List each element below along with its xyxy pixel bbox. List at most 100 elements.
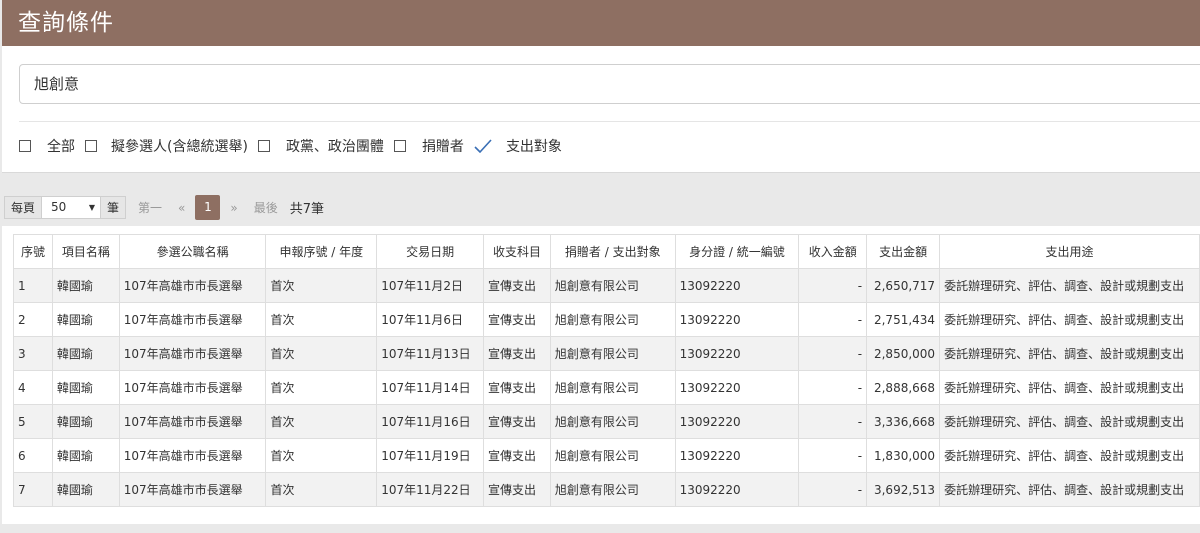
checkbox-all[interactable] [19, 140, 31, 152]
checkbox-donor[interactable] [393, 140, 406, 152]
dropdown-arrow-icon: ▼ [88, 203, 96, 212]
table-row: 3 韓國瑜 107年高雄市市長選舉 首次 107年11月13日 宣傳支出 旭創意有限公司 13… [13, 336, 1200, 371]
filter-group: 全部 擬參選人(含總統選舉) 政黨、政治團體 捐贈者 支出對象 [19, 136, 572, 156]
header-date[interactable]: 交易日期 [376, 234, 485, 269]
cell-item: 韓國瑜 [51, 404, 120, 439]
header-purpose[interactable]: 支出用途 [939, 234, 1200, 269]
filter-label-party: 政黨、政治團體 [285, 139, 384, 155]
cell-purpose: 委託辦理研究、評估、調查、設計或規劃支出 [939, 404, 1200, 439]
page-1-button[interactable]: 1 [195, 195, 221, 220]
table-row: 4 韓國瑜 107年高雄市市長選舉 首次 107年11月14日 宣傳支出 旭創意有限公司 13… [13, 370, 1200, 405]
cell-id: 13092220 [674, 404, 800, 439]
cell-date: 107年11月22日 [376, 472, 485, 507]
header-expense[interactable]: 支出金額 [866, 234, 941, 269]
cell-payee: 旭創意有限公司 [549, 268, 676, 303]
cell-account: 宣傳支出 [483, 438, 551, 473]
cell-account: 宣傳支出 [483, 336, 551, 371]
cell-date: 107年11月2日 [376, 268, 485, 303]
per-page-select[interactable]: 50 ▼ [42, 196, 101, 219]
cell-office: 107年高雄市市長選舉 [118, 438, 267, 473]
cell-report-no: 首次 [265, 268, 378, 303]
header-payee[interactable]: 捐贈者 / 支出對象 [549, 234, 676, 269]
cell-report-no: 首次 [265, 438, 378, 473]
cell-seq: 5 [13, 404, 53, 439]
cell-office: 107年高雄市市長選舉 [118, 472, 267, 507]
cell-report-no: 首次 [265, 336, 378, 371]
cell-expense: 2,850,000 [866, 336, 941, 371]
cell-income: - [798, 302, 868, 337]
table-row: 1 韓國瑜 107年高雄市市長選舉 首次 107年11月2日 宣傳支出 旭創意有限公司 130… [13, 268, 1200, 303]
cell-income: - [798, 268, 868, 303]
cell-income: - [798, 336, 868, 371]
cell-expense: 3,336,668 [866, 404, 941, 439]
prev-page-link[interactable]: « [178, 201, 185, 215]
table-row: 6 韓國瑜 107年高雄市市長選舉 首次 107年11月19日 宣傳支出 旭創意有限公司 13… [13, 438, 1200, 473]
header-id[interactable]: 身分證 / 統一編號 [674, 234, 800, 269]
cell-item: 韓國瑜 [51, 472, 120, 507]
filter-label-all: 全部 [47, 139, 75, 155]
divider [19, 121, 1200, 122]
query-panel: 查詢條件 旭創意 全部 擬參選人(含總統選舉) 政黨、政治團體 捐贈者 支出對象 [2, 0, 1200, 173]
cell-id: 13092220 [674, 302, 800, 337]
cell-office: 107年高雄市市長選舉 [118, 370, 267, 405]
cell-seq: 6 [13, 438, 53, 473]
filter-label-payee: 支出對象 [505, 139, 562, 155]
cell-report-no: 首次 [265, 404, 378, 439]
cell-payee: 旭創意有限公司 [549, 472, 676, 507]
cell-seq: 3 [13, 336, 53, 371]
header-account[interactable]: 收支科目 [483, 234, 551, 269]
cell-id: 13092220 [674, 472, 800, 507]
filter-label-candidate: 擬參選人(含總統選舉) [111, 139, 248, 155]
cell-income: - [798, 472, 868, 507]
cell-expense: 2,751,434 [866, 302, 941, 337]
cell-purpose: 委託辦理研究、評估、調查、設計或規劃支出 [939, 268, 1200, 303]
cell-purpose: 委託辦理研究、評估、調查、設計或規劃支出 [939, 336, 1200, 371]
table-header-row: 序號 項目名稱 參選公職名稱 申報序號 / 年度 交易日期 收支科目 捐贈者 /… [13, 234, 1200, 269]
cell-payee: 旭創意有限公司 [549, 336, 676, 371]
cell-item: 韓國瑜 [51, 438, 120, 473]
cell-item: 韓國瑜 [51, 336, 120, 371]
cell-date: 107年11月6日 [376, 302, 485, 337]
total-count: 共7筆 [289, 202, 325, 217]
pagination-bar: 每頁 50 ▼ 筆 第一 « 1 » 最後 共7筆 [4, 195, 325, 220]
cell-id: 13092220 [674, 370, 800, 405]
header-seq[interactable]: 序號 [13, 234, 53, 269]
results-panel: 序號 項目名稱 參選公職名稱 申報序號 / 年度 交易日期 收支科目 捐贈者 /… [2, 226, 1200, 524]
panel-title: 查詢條件 [2, 0, 1200, 46]
cell-date: 107年11月13日 [376, 336, 485, 371]
cell-payee: 旭創意有限公司 [549, 302, 676, 337]
cell-seq: 4 [13, 370, 53, 405]
next-page-link[interactable]: » [230, 201, 237, 215]
unit-label: 筆 [100, 196, 127, 219]
cell-report-no: 首次 [265, 302, 378, 337]
cell-purpose: 委託辦理研究、評估、調查、設計或規劃支出 [939, 438, 1200, 473]
cell-date: 107年11月19日 [376, 438, 485, 473]
checkmark-icon[interactable] [474, 139, 492, 154]
cell-expense: 3,692,513 [866, 472, 941, 507]
header-office[interactable]: 參選公職名稱 [118, 234, 267, 269]
cell-income: - [798, 404, 868, 439]
cell-id: 13092220 [674, 268, 800, 303]
cell-office: 107年高雄市市長選舉 [118, 404, 267, 439]
table-row: 5 韓國瑜 107年高雄市市長選舉 首次 107年11月16日 宣傳支出 旭創意有限公司 13… [13, 404, 1200, 439]
cell-account: 宣傳支出 [483, 370, 551, 405]
cell-date: 107年11月14日 [376, 370, 485, 405]
header-income[interactable]: 收入金額 [798, 234, 868, 269]
cell-seq: 2 [13, 302, 53, 337]
results-table: 序號 項目名稱 參選公職名稱 申報序號 / 年度 交易日期 收支科目 捐贈者 /… [13, 234, 1200, 507]
table-row: 2 韓國瑜 107年高雄市市長選舉 首次 107年11月6日 宣傳支出 旭創意有限公司 130… [13, 302, 1200, 337]
cell-payee: 旭創意有限公司 [549, 438, 676, 473]
header-report-no[interactable]: 申報序號 / 年度 [265, 234, 378, 269]
search-input[interactable]: 旭創意 [19, 64, 1200, 104]
checkbox-party[interactable] [257, 140, 270, 152]
cell-seq: 7 [13, 472, 53, 507]
last-page-link[interactable]: 最後 [254, 199, 278, 216]
cell-office: 107年高雄市市長選舉 [118, 302, 267, 337]
cell-seq: 1 [13, 268, 53, 303]
cell-expense: 1,830,000 [866, 438, 941, 473]
checkbox-candidate[interactable] [85, 140, 97, 152]
header-item[interactable]: 項目名稱 [51, 234, 120, 269]
cell-report-no: 首次 [265, 370, 378, 405]
first-page-link[interactable]: 第一 [138, 199, 162, 216]
cell-account: 宣傳支出 [483, 302, 551, 337]
